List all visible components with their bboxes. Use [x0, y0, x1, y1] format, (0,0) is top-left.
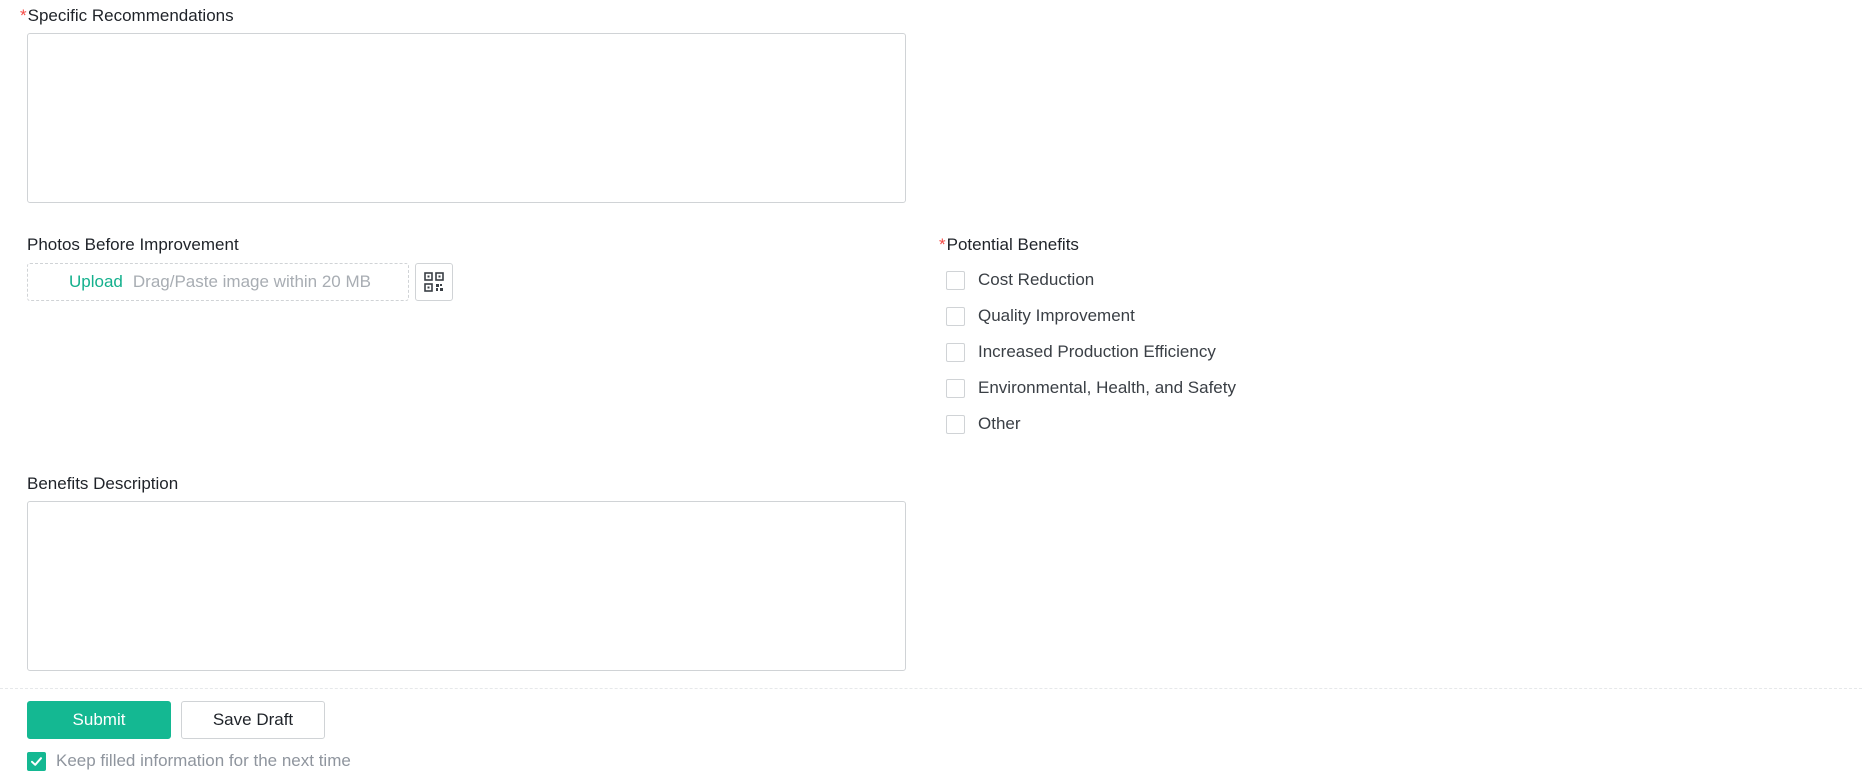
upload-hint: Drag/Paste image within 20 MB: [132, 272, 371, 291]
checkbox[interactable]: [946, 306, 965, 326]
checkbox[interactable]: [946, 414, 965, 434]
benefit-option-quality-improvement[interactable]: Quality Improvement: [946, 306, 1135, 326]
required-mark: *: [939, 235, 946, 254]
save-draft-button[interactable]: Save Draft: [181, 701, 325, 739]
benefit-option-label: Other: [978, 414, 1021, 433]
checkbox[interactable]: [946, 378, 965, 398]
checkbox[interactable]: [946, 270, 965, 290]
check-icon: [31, 756, 42, 766]
benefit-option-label: Environmental, Health, and Safety: [978, 378, 1236, 397]
benefit-option-label: Increased Production Efficiency: [978, 342, 1216, 361]
form-page: *Specific Recommendations Photos Before …: [0, 0, 1862, 779]
benefit-option-other[interactable]: Other: [946, 414, 1021, 434]
keep-info-checkbox[interactable]: [27, 751, 46, 771]
qr-code-icon: [424, 272, 444, 292]
upload-link[interactable]: Upload: [69, 272, 123, 292]
required-mark: *: [20, 6, 27, 25]
benefit-option-ehs[interactable]: Environmental, Health, and Safety: [946, 378, 1236, 398]
specific-recommendations-textarea[interactable]: [27, 33, 906, 203]
photo-upload-dropzone[interactable]: Upload Drag/Paste image within 20 MB: [27, 263, 409, 301]
benefit-option-cost-reduction[interactable]: Cost Reduction: [946, 270, 1094, 290]
potential-benefits-label: *Potential Benefits: [939, 235, 1079, 255]
benefit-option-label: Quality Improvement: [978, 306, 1135, 325]
checkbox[interactable]: [946, 342, 965, 362]
benefits-description-textarea[interactable]: [27, 501, 906, 671]
submit-button[interactable]: Submit: [27, 701, 171, 739]
keep-info-option[interactable]: Keep filled information for the next tim…: [27, 751, 351, 771]
benefits-description-label: Benefits Description: [27, 474, 179, 493]
qr-upload-button[interactable]: [415, 263, 453, 301]
potential-benefits-label-text: Potential Benefits: [946, 235, 1079, 254]
footer-divider: [0, 688, 1862, 689]
benefit-option-label: Cost Reduction: [978, 270, 1095, 289]
specific-recommendations-label-text: Specific Recommendations: [27, 6, 234, 25]
specific-recommendations-label: *Specific Recommendations: [20, 6, 234, 26]
benefit-option-production-efficiency[interactable]: Increased Production Efficiency: [946, 342, 1216, 362]
photos-before-label: Photos Before Improvement: [27, 235, 239, 254]
keep-info-label: Keep filled information for the next tim…: [56, 751, 351, 770]
